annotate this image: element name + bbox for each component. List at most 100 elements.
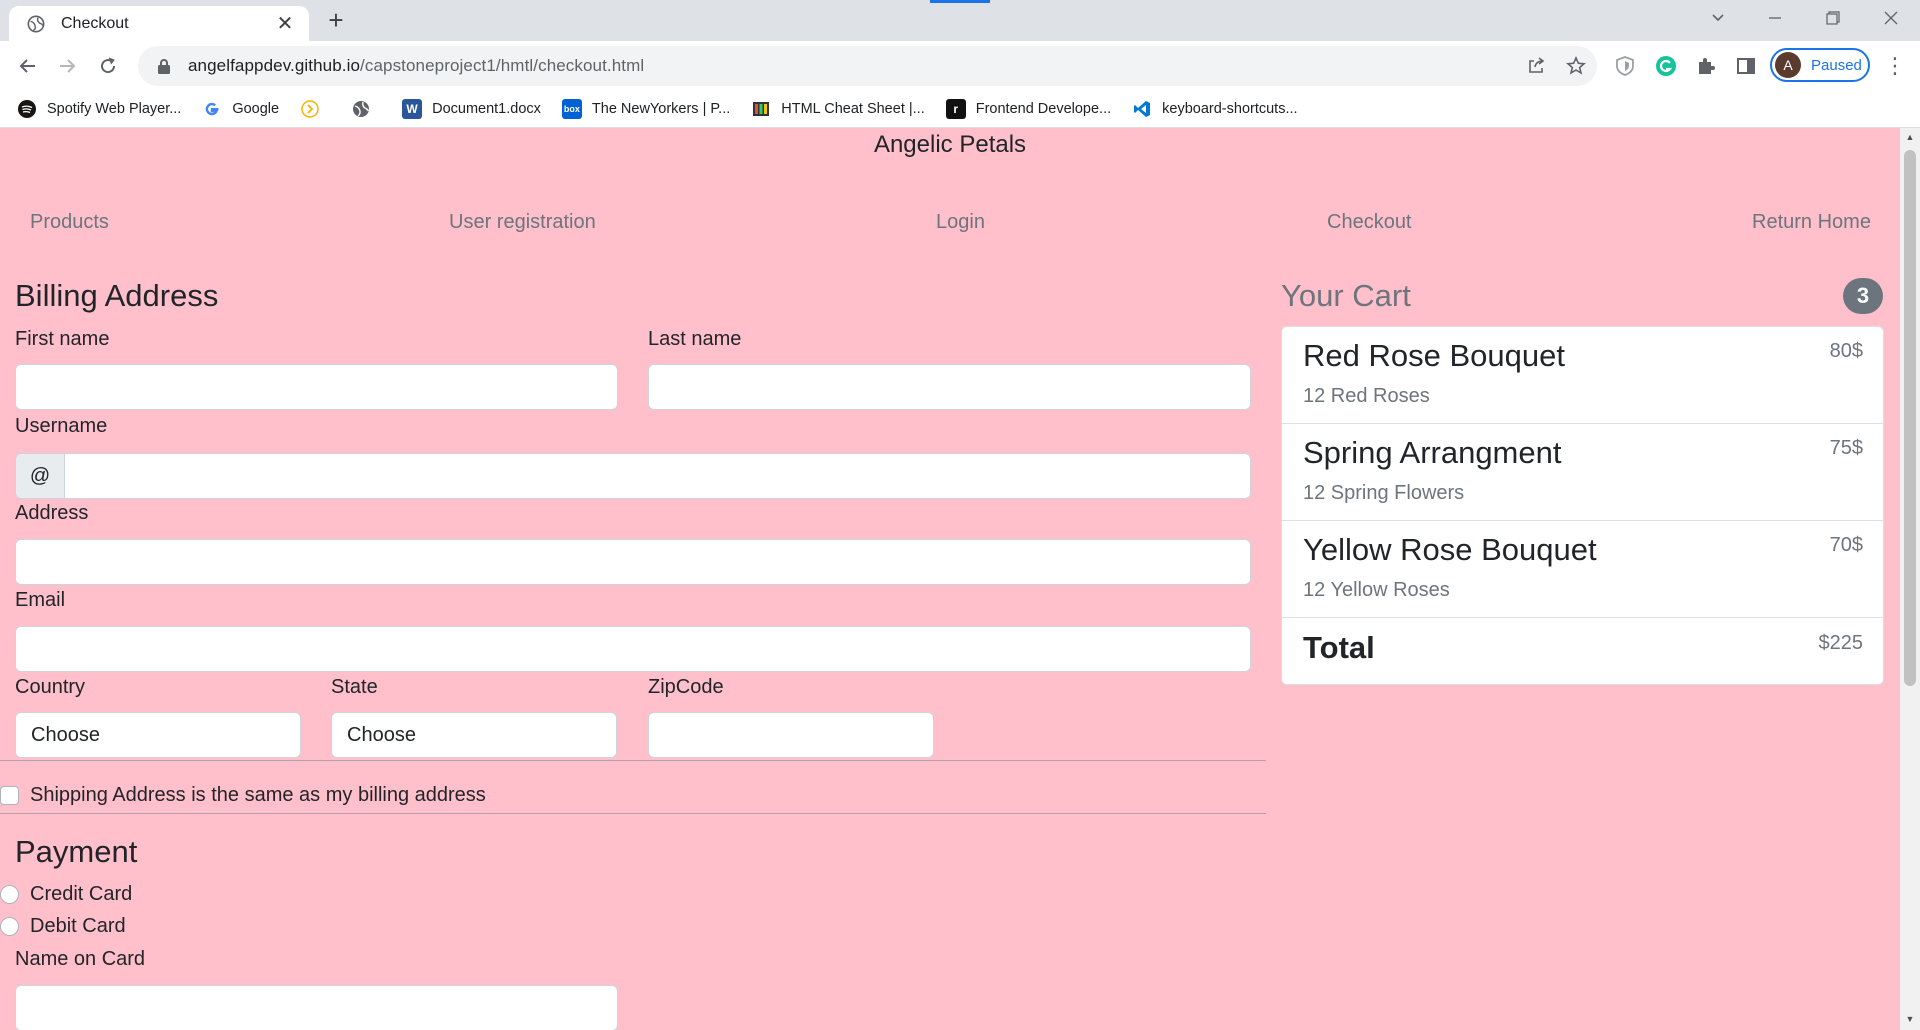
debit-card-radio[interactable] [0,917,19,936]
profile-button[interactable]: A Paused [1770,48,1870,82]
bookmark-label: Spotify Web Player... [47,101,182,117]
bookmark-label: Document1.docx [432,101,541,117]
grammarly-icon[interactable] [1650,50,1682,82]
bookmark-arrow[interactable] [300,99,330,119]
minimize-icon[interactable] [1757,6,1793,32]
globe-icon [26,14,46,34]
share-icon[interactable] [1520,50,1552,82]
tab-close-icon[interactable]: ✕ [273,14,297,34]
bookmark-label: The NewYorkers | P... [591,101,731,117]
google-icon [202,99,222,119]
cart-title: Your Cart [1281,278,1411,313]
nav-checkout[interactable]: Checkout [1327,211,1412,234]
page-scrollbar[interactable]: ▲ ▼ [1900,128,1920,1030]
name-on-card-field[interactable] [15,985,618,1030]
profile-status: Paused [1811,56,1862,74]
tab-search-icon[interactable] [1700,6,1736,32]
vscode-icon [1132,99,1152,119]
state-select[interactable]: Choose [331,712,617,758]
address-bar[interactable]: angelfappdev.github.io/capstoneproject1/… [138,46,1597,86]
cart-item-price: 80$ [1829,340,1863,362]
debit-card-label: Debit Card [30,915,126,937]
tab-title: Checkout [61,14,129,32]
address-label: Address [15,502,89,524]
bookmark-newyorkers[interactable]: box The NewYorkers | P... [561,99,731,119]
bookmark-spotify[interactable]: Spotify Web Player... [17,99,181,119]
url-domain: angelfappdev.github.io [188,56,361,75]
zip-label: ZipCode [648,676,724,698]
bookmark-frontend[interactable]: r Frontend Develope... [945,99,1112,119]
credit-card-radio[interactable] [0,885,19,904]
scroll-down-icon[interactable]: ▼ [1904,1014,1916,1024]
nav-user-registration[interactable]: User registration [449,211,596,234]
cart-item-price: 75$ [1829,437,1863,459]
cart-item-name: Spring Arrangment [1303,435,1562,470]
nav-login[interactable]: Login [936,211,985,234]
browser-toolbar: angelfappdev.github.io/capstoneproject1/… [0,41,1920,91]
nav-products[interactable]: Products [30,211,109,234]
arrow-circle-icon [300,99,320,119]
nav-return-home[interactable]: Return Home [1752,211,1871,234]
bookmark-label: keyboard-shortcuts... [1162,101,1298,117]
scroll-up-icon[interactable]: ▲ [1904,132,1916,142]
same-address-checkbox[interactable] [0,786,19,805]
cart-total-row: Total $225 [1282,618,1883,684]
lock-icon[interactable] [154,56,174,76]
first-name-field[interactable] [15,364,618,410]
bookmark-globe[interactable] [351,99,381,119]
frontend-icon: r [945,99,966,119]
country-select[interactable]: Choose [15,712,301,758]
shield-extension-icon[interactable] [1609,50,1641,82]
bookmark-label: HTML Cheat Sheet |... [781,101,925,117]
cart-item: Red Rose Bouquet 12 Red Roses 80$ [1282,327,1883,424]
payment-heading: Payment [15,834,138,869]
cart-item-price: 70$ [1829,534,1863,556]
avatar: A [1775,52,1801,78]
bookmark-document[interactable]: W Document1.docx [402,99,541,119]
address-field[interactable] [15,539,1251,585]
last-name-field[interactable] [648,364,1251,410]
cart-list: Red Rose Bouquet 12 Red Roses 80$ Spring… [1281,326,1884,685]
bookmark-label: Google [232,101,280,117]
country-label: Country [15,676,86,698]
tab-strip-accent [930,0,990,3]
page-viewport: Angelic Petals Products User registratio… [0,128,1900,1030]
back-icon[interactable] [12,50,44,82]
more-menu-icon[interactable]: ⋮ [1880,50,1910,82]
url-path: /capstoneproject1/hmtl/checkout.html [360,56,645,75]
billing-heading: Billing Address [15,278,219,313]
tab-checkout[interactable]: Checkout ✕ [9,6,309,41]
name-on-card-label: Name on Card [15,948,146,970]
forward-icon[interactable] [51,50,83,82]
credit-card-label: Credit Card [30,883,133,905]
brand-title: Angelic Petals [873,131,1027,158]
reload-icon[interactable] [92,50,124,82]
close-window-icon[interactable] [1873,6,1909,32]
username-label: Username [15,415,108,437]
cart-total-value: $225 [1818,632,1864,654]
side-panel-icon[interactable] [1730,50,1762,82]
bookmark-star-icon[interactable] [1560,50,1592,82]
cart-item-name: Yellow Rose Bouquet [1303,532,1597,567]
cheatsheet-icon [751,99,771,119]
cart-item: Yellow Rose Bouquet 12 Yellow Roses 70$ [1282,521,1883,618]
bookmark-label: Frontend Develope... [975,101,1112,117]
bookmark-google[interactable]: Google [202,99,279,119]
new-tab-button[interactable]: + [322,7,350,35]
cart-total-label: Total [1303,630,1375,665]
username-field[interactable] [64,453,1251,499]
email-field[interactable] [15,626,1251,672]
zip-field[interactable] [648,712,934,758]
divider [0,760,1266,761]
email-label: Email [15,589,66,611]
restore-icon[interactable] [1815,6,1851,32]
bookmark-html-cheatsheet[interactable]: HTML Cheat Sheet |... [751,99,925,119]
cart-item: Spring Arrangment 12 Spring Flowers 75$ [1282,424,1883,521]
state-label: State [331,676,378,698]
bookmark-keyboard-shortcuts[interactable]: keyboard-shortcuts... [1132,99,1298,119]
word-icon: W [402,99,423,119]
username-prefix: @ [15,453,65,499]
spotify-icon [17,99,37,119]
scrollbar-thumb[interactable] [1904,150,1916,686]
extensions-icon[interactable] [1690,50,1722,82]
